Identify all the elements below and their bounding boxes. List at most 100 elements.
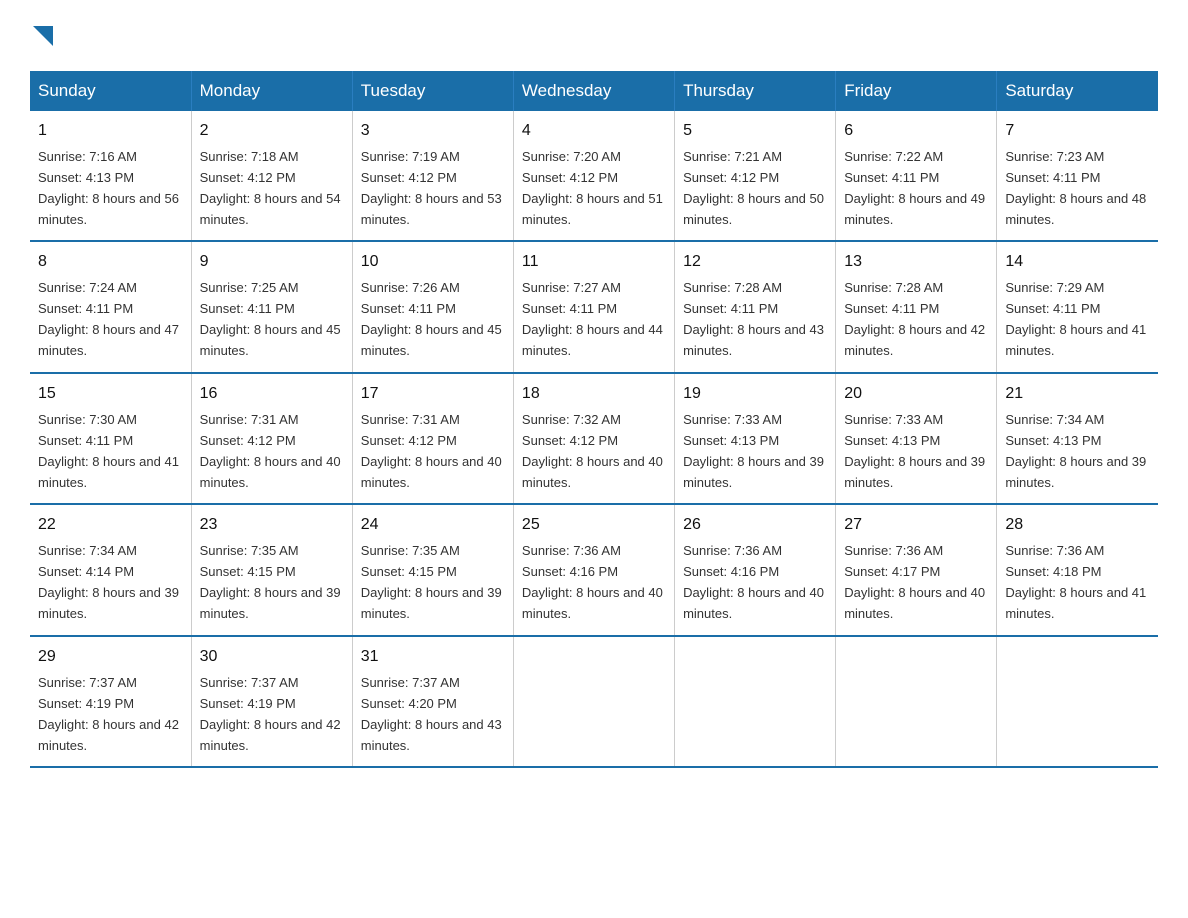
day-number: 3 (361, 119, 505, 144)
day-info: Sunrise: 7:37 AMSunset: 4:19 PMDaylight:… (200, 675, 341, 753)
day-number: 28 (1005, 513, 1150, 538)
day-number: 29 (38, 645, 183, 670)
logo-arrow-icon (33, 26, 53, 46)
calendar-cell: 21 Sunrise: 7:34 AMSunset: 4:13 PMDayligh… (997, 373, 1158, 504)
day-number: 16 (200, 382, 344, 407)
calendar-cell: 8 Sunrise: 7:24 AMSunset: 4:11 PMDaylight… (30, 241, 191, 372)
day-number: 30 (200, 645, 344, 670)
logo-text (30, 20, 53, 51)
day-number: 11 (522, 250, 666, 275)
day-number: 21 (1005, 382, 1150, 407)
day-info: Sunrise: 7:26 AMSunset: 4:11 PMDaylight:… (361, 280, 502, 358)
day-number: 24 (361, 513, 505, 538)
calendar-week-row: 29 Sunrise: 7:37 AMSunset: 4:19 PMDayligh… (30, 636, 1158, 767)
day-info: Sunrise: 7:34 AMSunset: 4:13 PMDaylight:… (1005, 412, 1146, 490)
calendar-cell: 29 Sunrise: 7:37 AMSunset: 4:19 PMDayligh… (30, 636, 191, 767)
calendar-cell: 24 Sunrise: 7:35 AMSunset: 4:15 PMDayligh… (352, 504, 513, 635)
calendar-cell: 10 Sunrise: 7:26 AMSunset: 4:11 PMDayligh… (352, 241, 513, 372)
calendar-cell: 18 Sunrise: 7:32 AMSunset: 4:12 PMDayligh… (513, 373, 674, 504)
calendar-cell: 11 Sunrise: 7:27 AMSunset: 4:11 PMDayligh… (513, 241, 674, 372)
calendar-cell: 23 Sunrise: 7:35 AMSunset: 4:15 PMDayligh… (191, 504, 352, 635)
calendar-cell: 9Sunrise: 7:25 AMSunset: 4:11 PMDaylight… (191, 241, 352, 372)
calendar-cell: 12 Sunrise: 7:28 AMSunset: 4:11 PMDayligh… (675, 241, 836, 372)
day-number: 31 (361, 645, 505, 670)
day-number: 18 (522, 382, 666, 407)
calendar-cell: 2Sunrise: 7:18 AMSunset: 4:12 PMDaylight… (191, 111, 352, 241)
calendar-cell (997, 636, 1158, 767)
day-info: Sunrise: 7:22 AMSunset: 4:11 PMDaylight:… (844, 149, 985, 227)
calendar-cell: 31 Sunrise: 7:37 AMSunset: 4:20 PMDayligh… (352, 636, 513, 767)
calendar-cell: 15Sunrise: 7:30 AMSunset: 4:11 PMDayligh… (30, 373, 191, 504)
day-number: 22 (38, 513, 183, 538)
day-info: Sunrise: 7:24 AMSunset: 4:11 PMDaylight:… (38, 280, 179, 358)
day-info: Sunrise: 7:36 AMSunset: 4:18 PMDaylight:… (1005, 543, 1146, 621)
day-info: Sunrise: 7:34 AMSunset: 4:14 PMDaylight:… (38, 543, 179, 621)
day-info: Sunrise: 7:23 AMSunset: 4:11 PMDaylight:… (1005, 149, 1146, 227)
day-info: Sunrise: 7:21 AMSunset: 4:12 PMDaylight:… (683, 149, 824, 227)
day-info: Sunrise: 7:16 AMSunset: 4:13 PMDaylight:… (38, 149, 179, 227)
calendar-cell (836, 636, 997, 767)
calendar-cell: 30 Sunrise: 7:37 AMSunset: 4:19 PMDayligh… (191, 636, 352, 767)
day-info: Sunrise: 7:25 AMSunset: 4:11 PMDaylight:… (200, 280, 341, 358)
calendar-cell: 16 Sunrise: 7:31 AMSunset: 4:12 PMDayligh… (191, 373, 352, 504)
day-info: Sunrise: 7:20 AMSunset: 4:12 PMDaylight:… (522, 149, 663, 227)
calendar-header-row: SundayMondayTuesdayWednesdayThursdayFrid… (30, 71, 1158, 111)
day-info: Sunrise: 7:35 AMSunset: 4:15 PMDaylight:… (200, 543, 341, 621)
header-wednesday: Wednesday (513, 71, 674, 111)
calendar-cell: 26Sunrise: 7:36 AMSunset: 4:16 PMDayligh… (675, 504, 836, 635)
day-info: Sunrise: 7:28 AMSunset: 4:11 PMDaylight:… (683, 280, 824, 358)
day-number: 8 (38, 250, 183, 275)
day-number: 17 (361, 382, 505, 407)
day-info: Sunrise: 7:31 AMSunset: 4:12 PMDaylight:… (200, 412, 341, 490)
calendar-cell: 25 Sunrise: 7:36 AMSunset: 4:16 PMDayligh… (513, 504, 674, 635)
calendar-cell: 28 Sunrise: 7:36 AMSunset: 4:18 PMDayligh… (997, 504, 1158, 635)
day-info: Sunrise: 7:33 AMSunset: 4:13 PMDaylight:… (683, 412, 824, 490)
day-number: 6 (844, 119, 988, 144)
day-number: 10 (361, 250, 505, 275)
calendar-cell: 19 Sunrise: 7:33 AMSunset: 4:13 PMDayligh… (675, 373, 836, 504)
day-info: Sunrise: 7:31 AMSunset: 4:12 PMDaylight:… (361, 412, 502, 490)
day-number: 7 (1005, 119, 1150, 144)
day-number: 12 (683, 250, 827, 275)
day-info: Sunrise: 7:37 AMSunset: 4:19 PMDaylight:… (38, 675, 179, 753)
header-saturday: Saturday (997, 71, 1158, 111)
day-number: 25 (522, 513, 666, 538)
day-info: Sunrise: 7:36 AMSunset: 4:16 PMDaylight:… (683, 543, 824, 621)
calendar-cell: 1 Sunrise: 7:16 AMSunset: 4:13 PMDaylight… (30, 111, 191, 241)
day-info: Sunrise: 7:37 AMSunset: 4:20 PMDaylight:… (361, 675, 502, 753)
day-info: Sunrise: 7:28 AMSunset: 4:11 PMDaylight:… (844, 280, 985, 358)
calendar-cell: 27Sunrise: 7:36 AMSunset: 4:17 PMDayligh… (836, 504, 997, 635)
day-info: Sunrise: 7:35 AMSunset: 4:15 PMDaylight:… (361, 543, 502, 621)
calendar-cell: 17 Sunrise: 7:31 AMSunset: 4:12 PMDayligh… (352, 373, 513, 504)
header-monday: Monday (191, 71, 352, 111)
calendar-cell: 20 Sunrise: 7:33 AMSunset: 4:13 PMDayligh… (836, 373, 997, 504)
calendar-cell: 13 Sunrise: 7:28 AMSunset: 4:11 PMDayligh… (836, 241, 997, 372)
calendar-cell: 4 Sunrise: 7:20 AMSunset: 4:12 PMDaylight… (513, 111, 674, 241)
logo (30, 20, 53, 51)
calendar-week-row: 22 Sunrise: 7:34 AMSunset: 4:14 PMDayligh… (30, 504, 1158, 635)
day-number: 4 (522, 119, 666, 144)
day-info: Sunrise: 7:18 AMSunset: 4:12 PMDaylight:… (200, 149, 341, 227)
header-thursday: Thursday (675, 71, 836, 111)
day-info: Sunrise: 7:19 AMSunset: 4:12 PMDaylight:… (361, 149, 502, 227)
day-number: 19 (683, 382, 827, 407)
day-info: Sunrise: 7:36 AMSunset: 4:16 PMDaylight:… (522, 543, 663, 621)
calendar-table: SundayMondayTuesdayWednesdayThursdayFrid… (30, 71, 1158, 768)
day-info: Sunrise: 7:33 AMSunset: 4:13 PMDaylight:… (844, 412, 985, 490)
day-number: 27 (844, 513, 988, 538)
calendar-cell: 7 Sunrise: 7:23 AMSunset: 4:11 PMDaylight… (997, 111, 1158, 241)
calendar-cell: 14Sunrise: 7:29 AMSunset: 4:11 PMDayligh… (997, 241, 1158, 372)
header-tuesday: Tuesday (352, 71, 513, 111)
calendar-cell: 6 Sunrise: 7:22 AMSunset: 4:11 PMDaylight… (836, 111, 997, 241)
day-number: 20 (844, 382, 988, 407)
calendar-cell (513, 636, 674, 767)
header-friday: Friday (836, 71, 997, 111)
header-sunday: Sunday (30, 71, 191, 111)
calendar-cell: 22 Sunrise: 7:34 AMSunset: 4:14 PMDayligh… (30, 504, 191, 635)
day-info: Sunrise: 7:32 AMSunset: 4:12 PMDaylight:… (522, 412, 663, 490)
calendar-week-row: 1 Sunrise: 7:16 AMSunset: 4:13 PMDaylight… (30, 111, 1158, 241)
day-number: 1 (38, 119, 183, 144)
day-number: 13 (844, 250, 988, 275)
day-info: Sunrise: 7:27 AMSunset: 4:11 PMDaylight:… (522, 280, 663, 358)
day-number: 23 (200, 513, 344, 538)
